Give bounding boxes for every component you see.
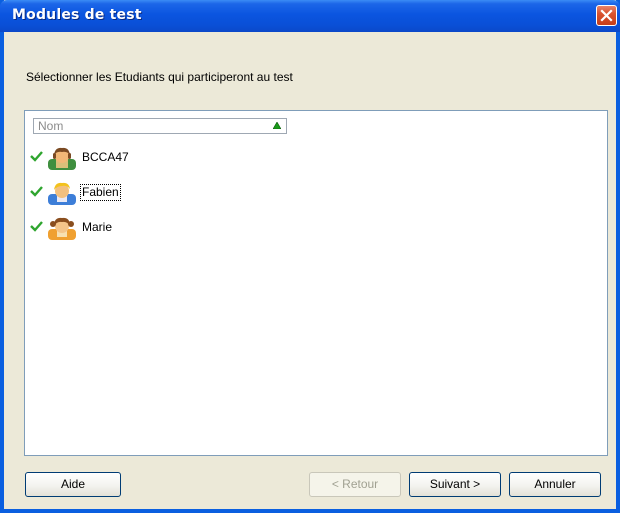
dialog-window: Modules de test Sélectionner les Etudian… [0, 0, 620, 513]
checkmark-icon[interactable] [30, 185, 43, 197]
sort-ascending-icon [273, 122, 281, 129]
list-item[interactable]: Marie [30, 216, 330, 240]
student-avatar-orange-icon [48, 217, 76, 240]
instruction-text: Sélectionner les Etudiants qui participe… [26, 70, 293, 84]
student-name: BCCA47 [82, 150, 129, 164]
window-title: Modules de test [12, 7, 142, 23]
help-button[interactable]: Aide [25, 472, 121, 497]
list-item[interactable]: BCCA47 [30, 146, 330, 170]
students-list[interactable]: Nom BCCA47 Fabien Marie [24, 110, 608, 456]
close-button[interactable] [596, 5, 617, 26]
column-header-label: Nom [38, 119, 64, 133]
close-icon [600, 9, 613, 22]
cancel-button[interactable]: Annuler [509, 472, 601, 497]
next-button[interactable]: Suivant > [409, 472, 501, 497]
column-header-name[interactable]: Nom [33, 118, 287, 134]
title-bar[interactable]: Modules de test [0, 0, 620, 32]
student-avatar-blue-icon [48, 182, 76, 205]
student-avatar-green-icon [48, 147, 76, 170]
back-button[interactable]: < Retour [309, 472, 401, 497]
student-name: Fabien [80, 184, 121, 201]
list-item[interactable]: Fabien [30, 181, 330, 205]
student-name: Marie [82, 220, 113, 234]
checkmark-icon[interactable] [30, 150, 43, 162]
checkmark-icon[interactable] [30, 220, 43, 232]
